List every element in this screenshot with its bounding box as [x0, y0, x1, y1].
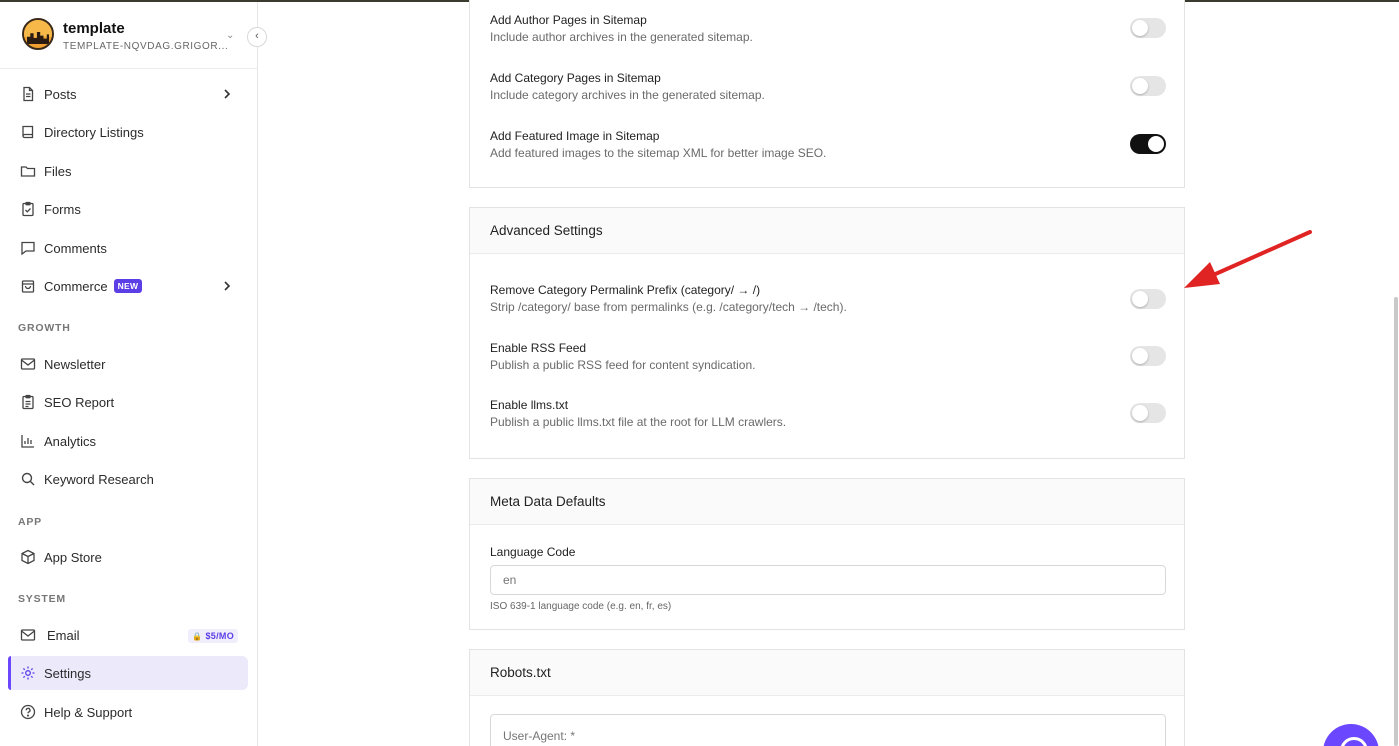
- sidebar-item-label: Files: [44, 163, 72, 179]
- sidebar-item-label: Commerce: [44, 278, 108, 294]
- price-badge-label: $5/MO: [205, 631, 234, 641]
- category-pages-toggle[interactable]: [1130, 76, 1166, 96]
- setting-llms-txt: Enable llms.txt Publish a public llms.tx…: [490, 398, 1170, 429]
- setting-title: Enable llms.txt: [490, 398, 569, 412]
- sidebar-item-label: Analytics: [44, 433, 97, 449]
- robots-txt-card: Robots.txt: [469, 649, 1185, 746]
- mail-icon: [20, 356, 36, 372]
- setting-category-pages: Add Category Pages in Sitemap Include ca…: [490, 71, 1170, 102]
- setting-remove-category-prefix: Remove Category Permalink Prefix (catego…: [490, 283, 1170, 314]
- collapse-sidebar-button[interactable]: ‹: [247, 27, 267, 47]
- divider: [0, 68, 257, 69]
- sidebar-item-forms[interactable]: Forms: [8, 192, 248, 226]
- sitemap-settings-card: Add Author Pages in Sitemap Include auth…: [469, 0, 1185, 188]
- sidebar-item-label: Keyword Research: [44, 471, 154, 487]
- sidebar-item-label: Help & Support: [44, 704, 133, 720]
- card-title: Meta Data Defaults: [470, 479, 1184, 525]
- remove-category-prefix-toggle[interactable]: [1130, 289, 1166, 309]
- sidebar-item-label: Settings: [44, 665, 91, 681]
- chevron-right-icon[interactable]: [220, 279, 234, 293]
- site-switcher[interactable]: template TEMPLATE-NQVDAG.GRIGOR... ⌄: [22, 18, 252, 56]
- site-domain: TEMPLATE-NQVDAG.GRIGOR...: [63, 41, 229, 52]
- section-label-system: SYSTEM: [18, 593, 66, 605]
- language-code-input[interactable]: [490, 565, 1166, 595]
- card-title: Advanced Settings: [470, 208, 1184, 254]
- language-code-help: ISO 639-1 language code (e.g. en, fr, es…: [490, 601, 672, 612]
- search-icon: [20, 471, 36, 487]
- setting-title: Add Category Pages in Sitemap: [490, 71, 661, 85]
- shopping-bag-icon: [20, 278, 36, 294]
- mail-icon: [20, 627, 36, 643]
- sidebar-item-newsletter[interactable]: Newsletter: [8, 347, 248, 381]
- sidebar-item-comments[interactable]: Comments: [8, 231, 248, 265]
- sidebar: template TEMPLATE-NQVDAG.GRIGOR... ⌄ ‹ P…: [0, 2, 267, 746]
- setting-title: Add Featured Image in Sitemap: [490, 129, 660, 143]
- language-code-label: Language Code: [490, 545, 576, 559]
- sidebar-item-settings[interactable]: Settings: [8, 656, 248, 690]
- sidebar-item-commerce[interactable]: Commerce NEW: [8, 269, 248, 303]
- scrollbar[interactable]: [1394, 297, 1398, 746]
- setting-description: Include author archives in the generated…: [490, 30, 753, 44]
- lock-icon: 🔒: [192, 631, 203, 641]
- meta-data-defaults-card: Meta Data Defaults Language Code ISO 639…: [469, 478, 1185, 630]
- setting-title: Enable RSS Feed: [490, 341, 587, 355]
- chevron-down-icon[interactable]: ⌄: [226, 30, 234, 41]
- sidebar-item-label: App Store: [44, 549, 102, 565]
- setting-title: Remove Category Permalink Prefix (catego…: [490, 283, 761, 297]
- setting-rss-feed: Enable RSS Feed Publish a public RSS fee…: [490, 341, 1170, 372]
- sidebar-item-help-support[interactable]: Help & Support: [8, 695, 248, 729]
- sidebar-item-label: Forms: [44, 201, 81, 217]
- price-badge: 🔒 $5/MO: [188, 629, 238, 643]
- site-name: template: [63, 20, 125, 37]
- sidebar-item-label: Email: [47, 627, 80, 643]
- featured-image-toggle[interactable]: [1130, 134, 1166, 154]
- setting-featured-image: Add Featured Image in Sitemap Add featur…: [490, 129, 1170, 160]
- clipboard-icon: [20, 201, 36, 217]
- clipboard-list-icon: [20, 394, 36, 410]
- help-circle-icon: [20, 704, 36, 720]
- advanced-settings-card: Advanced Settings Remove Category Permal…: [469, 207, 1185, 459]
- setting-description: Include category archives in the generat…: [490, 88, 765, 102]
- llms-txt-toggle[interactable]: [1130, 403, 1166, 423]
- sidebar-item-label: Newsletter: [44, 356, 106, 372]
- setting-description: Add featured images to the sitemap XML f…: [490, 146, 827, 160]
- robots-txt-textarea[interactable]: [490, 714, 1166, 746]
- sidebar-item-label: Directory Listings: [44, 124, 144, 140]
- setting-description: Publish a public llms.txt file at the ro…: [490, 415, 787, 429]
- sidebar-item-app-store[interactable]: App Store: [8, 540, 248, 574]
- sidebar-item-analytics[interactable]: Analytics: [8, 424, 248, 458]
- sidebar-item-label: SEO Report: [44, 394, 115, 410]
- folder-icon: [20, 163, 36, 179]
- section-label-app: APP: [18, 516, 42, 528]
- settings-content: Add Author Pages in Sitemap Include auth…: [258, 0, 1386, 746]
- sidebar-item-label: Comments: [44, 240, 107, 256]
- annotation-arrow: [1184, 230, 1312, 288]
- site-logo: [22, 18, 54, 50]
- sidebar-item-email[interactable]: Email 🔒 $5/MO: [8, 618, 248, 652]
- sidebar-item-keyword-research[interactable]: Keyword Research: [8, 462, 248, 496]
- comment-icon: [20, 240, 36, 256]
- setting-description: Strip /category/ base from permalinks (e…: [490, 300, 847, 314]
- rss-feed-toggle[interactable]: [1130, 346, 1166, 366]
- setting-title: Add Author Pages in Sitemap: [490, 13, 647, 27]
- setting-description: Publish a public RSS feed for content sy…: [490, 358, 756, 372]
- document-icon: [20, 86, 36, 102]
- sidebar-item-label: Posts: [44, 86, 77, 102]
- sidebar-item-posts[interactable]: Posts: [8, 77, 248, 111]
- gear-icon: [20, 665, 36, 681]
- book-icon: [20, 124, 36, 140]
- box-icon: [20, 549, 36, 565]
- section-label-growth: GROWTH: [18, 322, 71, 334]
- chevron-right-icon[interactable]: [220, 87, 234, 101]
- author-pages-toggle[interactable]: [1130, 18, 1166, 38]
- card-title: Robots.txt: [470, 650, 1184, 696]
- sidebar-item-files[interactable]: Files: [8, 154, 248, 188]
- setting-author-pages: Add Author Pages in Sitemap Include auth…: [490, 13, 1170, 44]
- sidebar-item-directory-listings[interactable]: Directory Listings: [8, 115, 248, 149]
- bar-chart-icon: [20, 433, 36, 449]
- sidebar-item-seo-report[interactable]: SEO Report: [8, 385, 248, 419]
- new-badge: NEW: [113, 279, 143, 293]
